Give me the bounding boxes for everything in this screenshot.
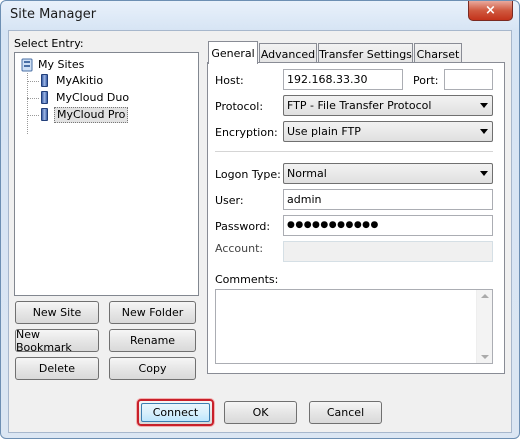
rename-button[interactable]: Rename (109, 329, 196, 352)
tree-root-my-sites[interactable]: My Sites (36, 57, 86, 73)
general-tab-panel: Host: 192.168.33.30 Port: Protocol: FTP … (207, 62, 505, 374)
cancel-button[interactable]: Cancel (309, 401, 382, 424)
copy-button[interactable]: Copy (109, 357, 196, 380)
new-folder-button[interactable]: New Folder (109, 301, 196, 324)
comments-label: Comments: (215, 273, 279, 286)
user-label: User: (215, 194, 244, 207)
drive-icon (41, 74, 48, 87)
comments-textarea[interactable] (215, 289, 493, 364)
logon-type-value: Normal (287, 167, 327, 180)
protocol-label: Protocol: (215, 100, 264, 113)
title-bar[interactable]: Site Manager × (1, 1, 519, 29)
tab-transfer-settings[interactable]: Transfer Settings (318, 43, 413, 64)
connect-button[interactable]: Connect (137, 399, 214, 426)
delete-button[interactable]: Delete (15, 357, 99, 380)
drive-icon (41, 108, 48, 121)
chevron-down-icon (480, 103, 488, 108)
password-input[interactable]: ●●●●●●●●●●● (283, 215, 493, 236)
account-label: Account: (215, 242, 264, 255)
host-label: Host: (215, 74, 244, 87)
account-input (283, 241, 493, 262)
port-input[interactable] (444, 69, 493, 90)
window-title: Site Manager (10, 7, 97, 22)
select-entry-label: Select Entry: (14, 37, 84, 50)
scroll-down-icon[interactable] (481, 355, 489, 359)
encryption-select[interactable]: Use plain FTP (283, 121, 493, 142)
encryption-value: Use plain FTP (287, 125, 361, 138)
close-icon: × (485, 3, 496, 18)
port-label: Port: (413, 74, 439, 87)
ok-button[interactable]: OK (224, 401, 297, 424)
tree-item-mycloud-duo[interactable]: MyCloud Duo (54, 90, 131, 106)
protocol-select[interactable]: FTP - File Transfer Protocol (283, 95, 493, 116)
tab-general[interactable]: General (208, 41, 258, 64)
password-label: Password: (215, 220, 271, 233)
user-input[interactable]: admin (283, 189, 493, 210)
encryption-label: Encryption: (215, 126, 278, 139)
new-bookmark-button[interactable]: New Bookmark (15, 328, 99, 354)
site-tree[interactable]: My Sites MyAkitio MyCloud Duo MyCloud Pr… (14, 52, 199, 296)
tab-charset[interactable]: Charset (414, 43, 462, 64)
host-input[interactable]: 192.168.33.30 (283, 69, 403, 90)
scroll-up-icon[interactable] (481, 294, 489, 298)
drive-icon (41, 91, 48, 104)
protocol-value: FTP - File Transfer Protocol (287, 99, 432, 112)
chevron-down-icon (480, 171, 488, 176)
logon-type-label: Logon Type: (215, 168, 281, 181)
logon-type-select[interactable]: Normal (283, 163, 493, 184)
close-button[interactable]: × (468, 1, 513, 21)
site-manager-window: Site Manager × Select Entry: My Sites My… (0, 0, 520, 439)
tab-advanced[interactable]: Advanced (259, 43, 317, 64)
chevron-down-icon (480, 129, 488, 134)
tree-item-myakitio[interactable]: MyAkitio (54, 73, 105, 89)
new-site-button[interactable]: New Site (15, 301, 99, 324)
connect-button-label: Connect (141, 403, 210, 422)
separator (215, 151, 493, 152)
dialog-body: Select Entry: My Sites MyAkitio MyCloud … (8, 30, 512, 433)
tree-item-mycloud-pro[interactable]: MyCloud Pro (54, 107, 129, 123)
comments-scrollbar[interactable] (476, 290, 492, 363)
my-sites-icon (21, 58, 33, 72)
